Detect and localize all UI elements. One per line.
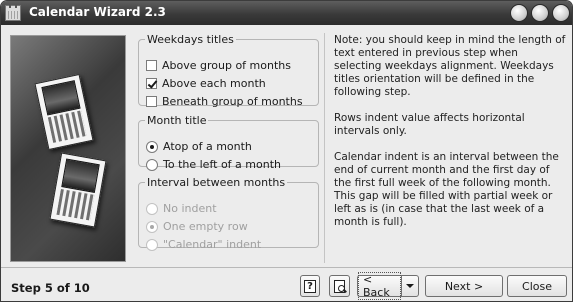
radio-atop-of-a-month-button[interactable] (146, 140, 158, 153)
note-calendar-indent: Calendar indent is an interval between t… (334, 151, 559, 228)
help-icon: ? (304, 279, 316, 293)
note-rows-indent: Rows indent value affects horizontal int… (334, 112, 525, 137)
wizard-body: Weekdays titles Above group of months Ab… (1, 25, 572, 267)
radio-atop-of-a-month-label: Atop of a month (163, 140, 252, 153)
radio-no-indent[interactable]: No indent (146, 202, 217, 215)
radio-atop-of-a-month[interactable]: Atop of a month (146, 140, 252, 153)
radio-to-the-left-of-a-month[interactable]: To the left of a month (146, 158, 281, 171)
interval-between-months-group: Interval between months No indent One em… (138, 176, 319, 251)
back-button-label: < Back (358, 272, 401, 300)
preview-button[interactable] (329, 275, 350, 297)
next-button[interactable]: Next > (425, 275, 503, 297)
radio-one-empty-row-label: One empty row (163, 220, 248, 233)
wizard-window: Calendar Wizard 2.3 Weekdays titles Abov… (0, 0, 573, 302)
radio-to-the-left-of-a-month-label: To the left of a month (163, 158, 281, 171)
radio-one-empty-row-button[interactable] (146, 220, 158, 233)
app-calendar-icon (5, 4, 21, 21)
notes-panel: Note: you should keep in mind the length… (334, 34, 566, 242)
radio-no-indent-label: No indent (163, 202, 217, 215)
checkbox-beneath-group-of-months-label: Beneath group of months (162, 95, 303, 108)
radio-calendar-indent-label: "Calendar" indent (163, 238, 262, 251)
back-button[interactable]: < Back (357, 272, 401, 300)
checkbox-above-group-of-months[interactable]: Above group of months (146, 59, 291, 72)
vertical-divider (324, 33, 325, 263)
checkbox-beneath-group-of-months[interactable]: Beneath group of months (146, 95, 303, 108)
close-button[interactable]: Close (507, 275, 567, 297)
radio-one-empty-row[interactable]: One empty row (146, 220, 248, 233)
footer-divider (1, 267, 572, 268)
step-indicator: Step 5 of 10 (11, 281, 90, 295)
minimize-button[interactable] (510, 4, 528, 22)
window-title: Calendar Wizard 2.3 (29, 5, 166, 19)
close-window-button[interactable] (552, 4, 570, 22)
dropdown-caret-icon (406, 284, 414, 288)
radio-calendar-indent[interactable]: "Calendar" indent (146, 238, 261, 251)
checkbox-above-group-of-months-label: Above group of months (162, 59, 291, 72)
preview-icon (334, 279, 345, 293)
radio-to-the-left-of-a-month-button[interactable] (146, 158, 158, 171)
checkbox-above-each-month-box[interactable] (146, 78, 157, 89)
calendar-preview-image (10, 35, 126, 262)
checkbox-above-each-month-label: Above each month (162, 77, 266, 90)
weekdays-titles-group: Weekdays titles Above group of months Ab… (138, 33, 319, 108)
title-bar[interactable]: Calendar Wizard 2.3 (1, 1, 572, 25)
checkbox-above-each-month[interactable]: Above each month (146, 77, 266, 90)
note-weekdays-alignment: Note: you should keep in mind the length… (334, 34, 566, 98)
checkbox-above-group-of-months-box[interactable] (146, 60, 157, 71)
radio-no-indent-button[interactable] (146, 202, 158, 215)
checkbox-beneath-group-of-months-box[interactable] (146, 96, 157, 107)
month-title-legend: Month title (147, 114, 207, 127)
maximize-button[interactable] (531, 4, 549, 22)
weekdays-titles-legend: Weekdays titles (147, 33, 234, 46)
back-dropdown-button[interactable] (401, 275, 419, 297)
month-title-group: Month title Atop of a month To the left … (138, 114, 319, 171)
radio-calendar-indent-button[interactable] (146, 238, 158, 251)
help-button[interactable]: ? (300, 275, 320, 297)
interval-between-months-legend: Interval between months (147, 176, 286, 189)
